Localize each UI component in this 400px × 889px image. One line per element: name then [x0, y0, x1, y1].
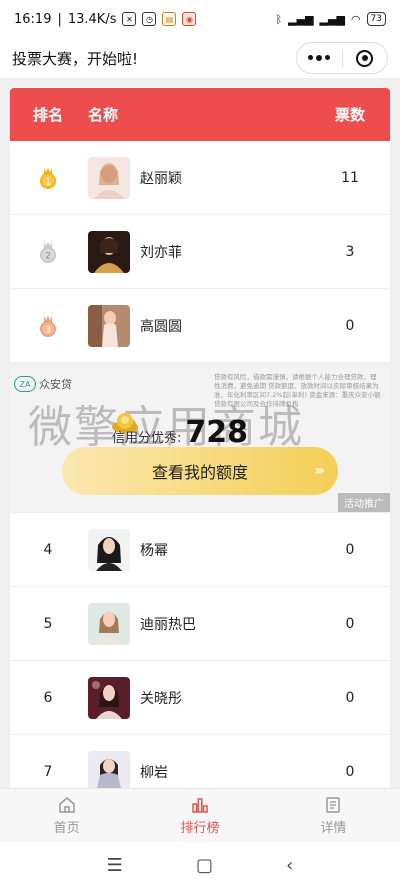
avatar	[88, 230, 130, 273]
vote-count: 0	[345, 317, 355, 334]
vote-count: 3	[345, 243, 355, 260]
home-square-icon[interactable]: ▢	[196, 855, 213, 876]
alarm-icon: ◷	[142, 12, 157, 26]
more-icon	[308, 55, 331, 61]
avatar	[88, 676, 130, 719]
close-miniprogram-button[interactable]	[343, 43, 388, 73]
app-notification-icon: ▤	[162, 12, 177, 26]
vote-count: 0	[345, 615, 355, 632]
medal-number: 2	[45, 251, 51, 261]
tab-bar: 首页 排行榜 详情	[0, 788, 400, 842]
tab-label: 首页	[53, 820, 80, 836]
avatar	[88, 750, 130, 788]
status-bar: 16:19 | 13.4K/s ✕ ◷ ▤ ◉ ᛒ ▂▄▆ ▂▄▆ ◠ 73	[0, 0, 400, 38]
signal-icon: ▂▄▆	[288, 12, 314, 26]
vote-count: 0	[345, 689, 355, 706]
bluetooth-icon: ᛒ	[275, 12, 283, 26]
rank-number: 7	[43, 763, 53, 780]
check-quota-button[interactable]: 查看我的额度 ›››	[62, 447, 338, 495]
avatar	[88, 602, 130, 645]
table-header: 排名 名称 票数	[10, 88, 390, 141]
wifi-icon: ◠	[350, 12, 361, 26]
vote-count: 0	[345, 763, 355, 780]
table-row[interactable]: 7 柳岩 0	[10, 735, 390, 788]
medal-number: 3	[45, 325, 51, 335]
capsule-menu	[296, 42, 388, 74]
vote-count: 11	[341, 169, 359, 186]
credit-score: 信用分优秀: 728	[112, 415, 248, 450]
nav-bar: 投票大赛，开始啦!	[0, 38, 400, 78]
chevron-right-icon: ›››	[314, 463, 325, 479]
rank-number: 4	[43, 541, 53, 558]
ad-banner[interactable]: ZA 众安贷 贷款有风险，借款需谨慎，请根据个人能力合理贷款，理性消费，避免逾期…	[10, 363, 390, 513]
header-name: 名称	[88, 106, 119, 124]
table-row[interactable]: 6 关晓彤 0	[10, 661, 390, 735]
details-icon	[326, 796, 341, 813]
close-target-icon	[356, 49, 374, 67]
menu-icon[interactable]: ☰	[107, 855, 123, 876]
page-title: 投票大赛，开始啦!	[12, 49, 139, 68]
contestant-name: 迪丽热巴	[140, 616, 196, 633]
ad-brand-logo-icon: ZA	[14, 376, 36, 392]
table-row[interactable]: 5 迪丽热巴 0	[10, 587, 390, 661]
system-nav-bar: ☰ ▢ ‹	[0, 842, 400, 889]
contestant-name: 高圆圆	[140, 318, 182, 335]
ranking-card: 排名 名称 票数 1 赵丽颖 11 2 刘亦菲 3 3 高圆圆 0 ZA 众安贷…	[10, 88, 390, 788]
clock: 16:19	[14, 11, 52, 27]
table-row[interactable]: 1 赵丽颖 11	[10, 141, 390, 215]
gold-medal-icon: 1	[40, 167, 56, 189]
bronze-medal-icon: 3	[40, 315, 56, 337]
mute-icon: ✕	[122, 12, 137, 26]
tab-home[interactable]: 首页	[0, 789, 133, 842]
tab-details[interactable]: 详情	[267, 789, 400, 842]
silver-medal-icon: 2	[40, 241, 56, 263]
ad-brand-name: 众安贷	[39, 378, 72, 391]
credit-label: 信用分优秀:	[112, 431, 182, 446]
contestant-name: 关晓彤	[140, 690, 182, 707]
avatar	[88, 304, 130, 347]
more-button[interactable]	[297, 43, 342, 73]
signal-icon-2: ▂▄▆	[319, 12, 345, 26]
header-rank: 排名	[32, 106, 63, 124]
ad-tag: 活动推广	[338, 493, 390, 512]
app-badge-icon: ◉	[182, 12, 197, 26]
tab-label: 排行榜	[180, 820, 220, 836]
ad-brand: ZA 众安贷	[14, 376, 72, 392]
contestant-name: 柳岩	[140, 764, 168, 781]
ranking-icon	[192, 797, 208, 813]
table-row[interactable]: 4 杨幂 0	[10, 513, 390, 587]
rank-number: 6	[43, 689, 53, 706]
tab-ranking[interactable]: 排行榜	[133, 789, 266, 842]
avatar	[88, 156, 130, 199]
net-speed: 13.4K/s	[67, 11, 117, 27]
medal-number: 1	[45, 177, 51, 187]
home-icon	[58, 796, 75, 813]
header-votes: 票数	[334, 106, 365, 124]
table-row[interactable]: 3 高圆圆 0	[10, 289, 390, 363]
credit-score-value: 728	[185, 415, 249, 450]
back-icon[interactable]: ‹	[286, 855, 293, 876]
contestant-name: 杨幂	[140, 542, 168, 559]
avatar	[88, 528, 130, 571]
contestant-name: 刘亦菲	[140, 244, 182, 261]
table-row[interactable]: 2 刘亦菲 3	[10, 215, 390, 289]
tab-label: 详情	[320, 820, 347, 836]
contestant-name: 赵丽颖	[140, 170, 182, 187]
vote-count: 0	[345, 541, 355, 558]
rank-number: 5	[43, 615, 53, 632]
battery-icon: 73	[366, 12, 386, 26]
